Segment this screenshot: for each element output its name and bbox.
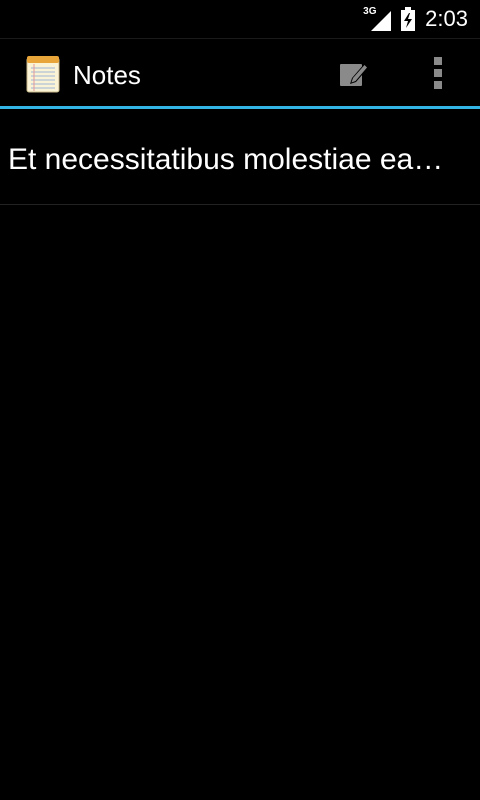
compose-button[interactable] xyxy=(322,39,386,107)
signal-strength-icon xyxy=(371,11,392,31)
notes-list: Et necessitatibus molestiae ea… xyxy=(0,109,480,205)
page-title: Notes xyxy=(73,60,141,90)
cell-signal: 3G xyxy=(363,7,392,31)
overflow-menu-icon xyxy=(434,57,442,89)
status-bar: 3G 2:03 xyxy=(0,0,480,38)
overflow-menu-button[interactable] xyxy=(406,39,470,107)
note-title: Et necessitatibus molestiae ea… xyxy=(8,143,444,176)
notepad-icon[interactable] xyxy=(26,55,60,93)
action-bar: Notes xyxy=(0,38,480,107)
compose-icon xyxy=(340,63,369,86)
status-icons: 3G 2:03 xyxy=(363,0,468,38)
status-clock: 2:03 xyxy=(425,6,468,31)
battery-charging-icon xyxy=(401,7,416,31)
note-list-item[interactable]: Et necessitatibus molestiae ea… xyxy=(0,109,480,205)
